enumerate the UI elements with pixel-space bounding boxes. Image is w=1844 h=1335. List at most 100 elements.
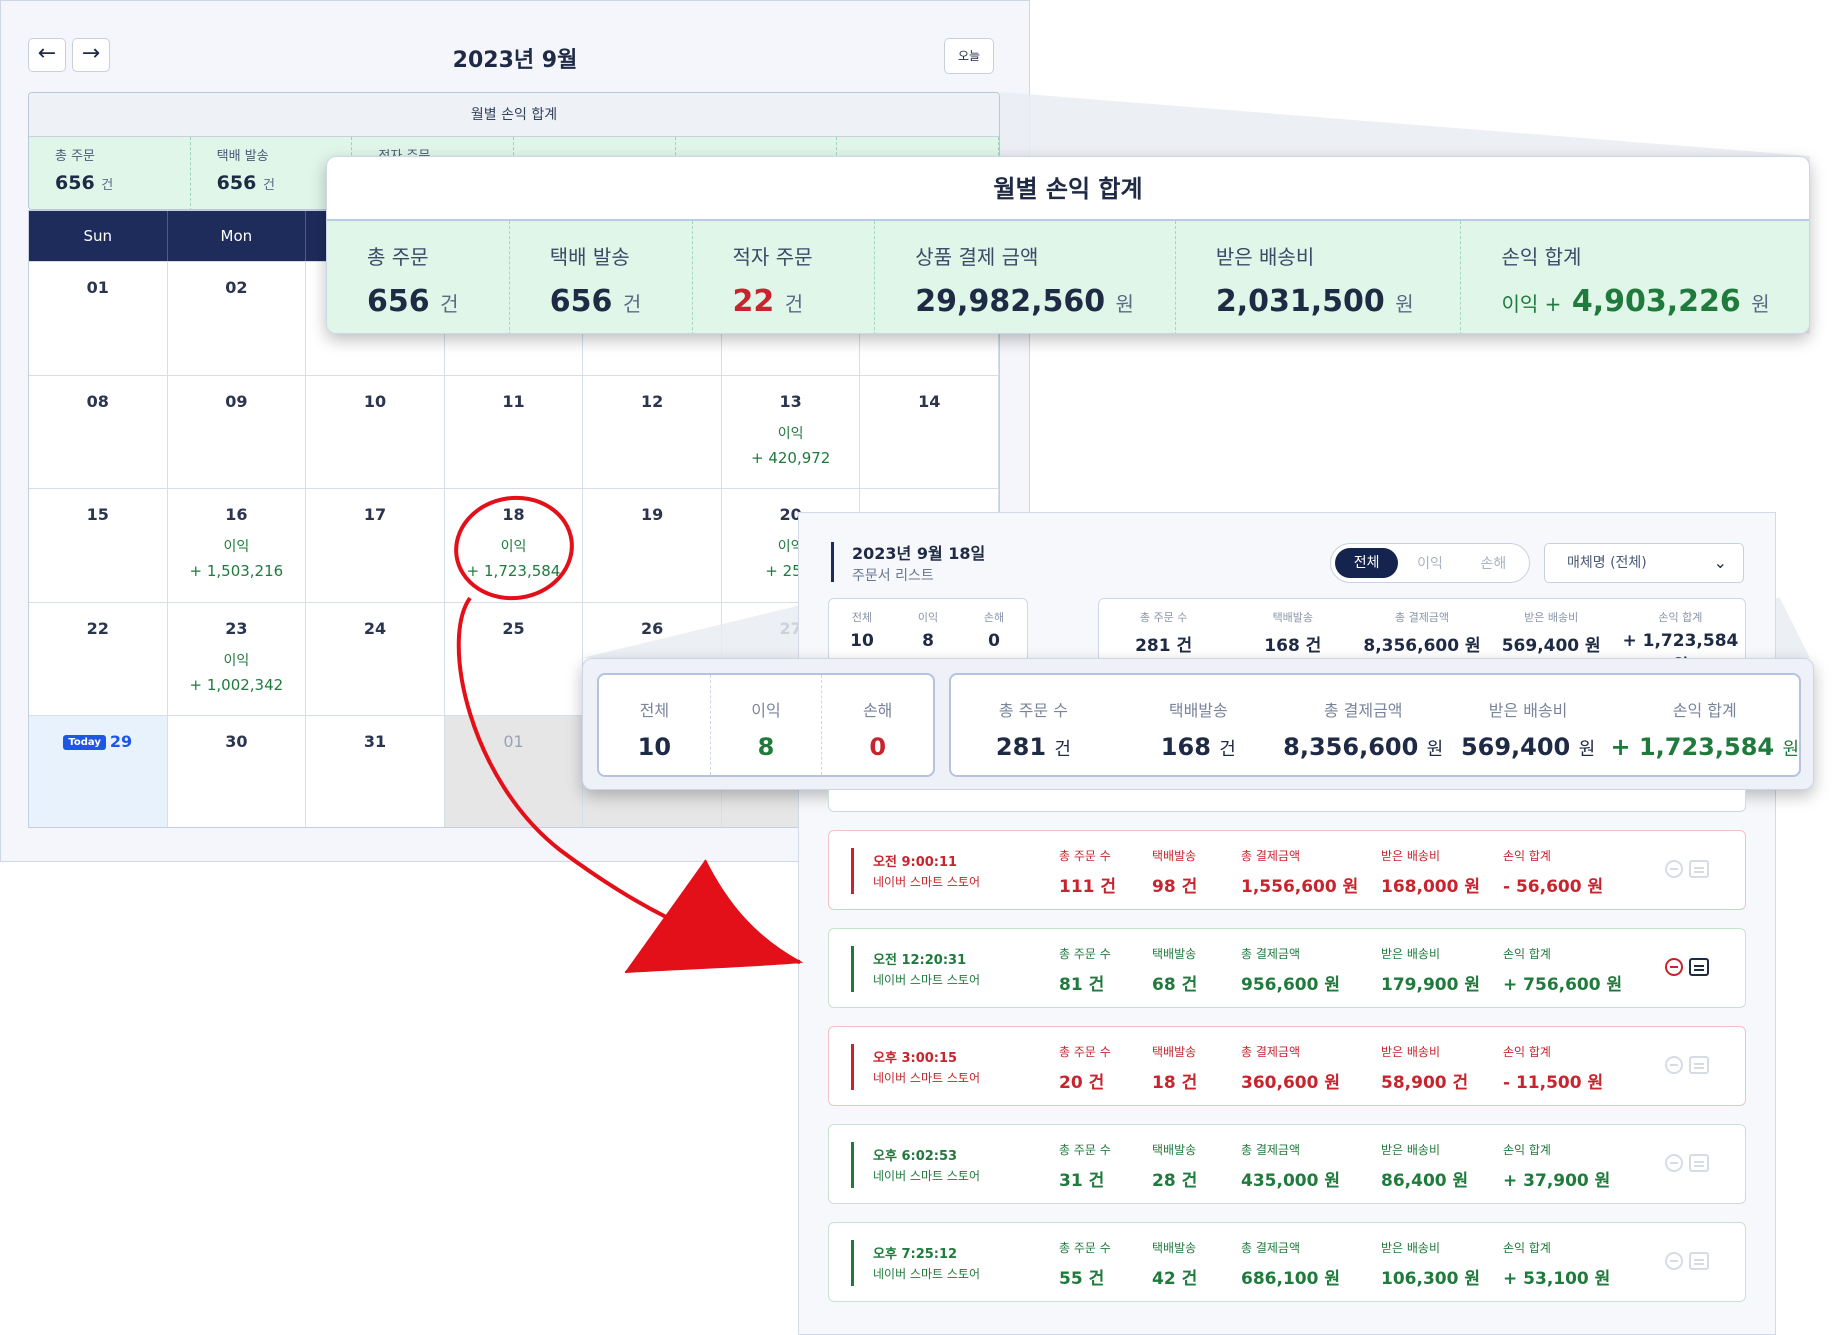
calendar-day-cell[interactable]: 01 [29, 262, 168, 375]
order-metric-value: - 11,500 원 [1503, 1073, 1604, 1093]
day-zoom-number: 0 [869, 733, 887, 761]
order-card[interactable]: 오후 7:25:12 네이버 스마트 스토어 총 주문 수 55 건 택배발송 42 건 총… [828, 1222, 1746, 1302]
summary-preview-unit: 건 [262, 178, 275, 193]
filter-tab-all[interactable]: 전체 [1335, 548, 1399, 578]
store-select[interactable]: 매체명 (전체) ⌄ [1544, 543, 1744, 583]
calendar-icon[interactable] [1689, 860, 1709, 878]
order-metric-value: 42 건 [1152, 1269, 1198, 1289]
monthly-zoom-unit: 건 [622, 292, 642, 316]
day-number-text: 11 [502, 391, 525, 411]
order-metric: 받은 배송비 58,900 건 [1381, 1043, 1468, 1093]
day-number: 24 [306, 619, 444, 638]
order-card[interactable]: 오후 3:00:15 네이버 스마트 스토어 총 주문 수 20 건 택배발송 18 건 총… [828, 1026, 1746, 1106]
day-number-text: 02 [225, 278, 248, 297]
monthly-zoom-cell: 택배 발송 656 건 [510, 221, 693, 333]
mini-value: 10 [850, 631, 874, 651]
day-number-text: 14 [918, 391, 941, 411]
calendar-day-cell[interactable]: 23 이익 + 1,002,342 [168, 602, 307, 716]
remove-icon[interactable] [1665, 1252, 1683, 1270]
order-metric: 받은 배송비 168,000 원 [1381, 847, 1480, 897]
day-profit-value: + 1,002,342 [189, 675, 284, 694]
order-metric-label: 총 결제금액 [1241, 1241, 1301, 1255]
monthly-zoom-number: 22 [732, 284, 775, 319]
order-metric-label: 손익 합계 [1503, 947, 1551, 961]
monthly-zoom-cell: 적자 주문 22 건 [693, 221, 876, 333]
calendar-day-cell[interactable]: 12 [583, 375, 722, 489]
monthly-zoom-label: 택배 발송 [549, 245, 630, 269]
order-actions [1665, 1056, 1709, 1074]
calendar-day-cell[interactable]: 17 [306, 489, 445, 602]
order-store: 네이버 스마트 스토어 [873, 1267, 980, 1281]
order-store: 네이버 스마트 스토어 [873, 875, 980, 889]
monthly-zoom-unit: 원 [1115, 292, 1134, 316]
calendar-day-cell[interactable]: 25 [445, 602, 584, 716]
day-number-text: 18 [502, 505, 525, 525]
order-metric-value: 435,000 원 [1241, 1171, 1340, 1191]
calendar-day-cell[interactable]: 30 [168, 716, 307, 827]
calendar-day-cell[interactable]: 08 [29, 375, 168, 489]
mini-value: 569,400 원 [1501, 636, 1601, 656]
summary-preview-cell: 총 주문 656 건 [29, 137, 191, 209]
day-profit-label: 이익 [777, 425, 804, 442]
calendar-icon[interactable] [1689, 1252, 1709, 1270]
monthly-zoom-label: 총 주문 [367, 245, 429, 269]
order-metric-value: 58,900 건 [1381, 1073, 1469, 1093]
calendar-title: 2023년 9월 [452, 48, 578, 73]
day-zoom-unit: 원 [1578, 739, 1596, 760]
remove-icon[interactable] [1665, 1056, 1683, 1074]
order-card[interactable]: 오후 6:02:53 네이버 스마트 스토어 총 주문 수 31 건 택배발송 28 건 총… [828, 1124, 1746, 1204]
day-zoom-count-box: 전체 10 이익 8 손해 0 [597, 673, 935, 777]
today-button[interactable]: 오늘 [944, 38, 994, 74]
remove-icon[interactable] [1665, 1154, 1683, 1172]
calendar-icon[interactable] [1689, 958, 1709, 976]
order-metric-label: 총 주문 수 [1059, 947, 1111, 961]
order-card[interactable]: 오전 9:00:11 네이버 스마트 스토어 총 주문 수 111 건 택배발송 98 건… [828, 830, 1746, 910]
order-card[interactable]: 오전 12:20:31 네이버 스마트 스토어 총 주문 수 81 건 택배발송 68 건… [828, 928, 1746, 1008]
order-metric-label: 총 주문 수 [1059, 1045, 1111, 1059]
calendar-day-cell[interactable]: 10 [306, 375, 445, 489]
remove-icon[interactable] [1665, 860, 1683, 878]
order-actions [1665, 1252, 1709, 1270]
partial-order-card [828, 790, 1746, 812]
day-number-text: 01 [503, 732, 524, 752]
calendar-icon[interactable] [1689, 1056, 1709, 1074]
order-metric: 총 주문 수 20 건 [1059, 1043, 1111, 1093]
calendar-icon[interactable] [1689, 1154, 1709, 1172]
filter-tab-loss[interactable]: 손해 [1462, 553, 1525, 573]
order-status-bar [851, 1142, 854, 1188]
mini-cell: 손해 0 [961, 599, 1027, 663]
day-number: 30 [168, 732, 306, 751]
calendar-day-cell[interactable]: 18 이익 + 1,723,584 [445, 489, 584, 602]
day-number: 14 [860, 392, 998, 411]
order-metric: 손익 합계 - 56,600 원 [1503, 847, 1603, 897]
calendar-day-cell[interactable]: 22 [29, 602, 168, 716]
calendar-day-cell[interactable]: 16 이익 + 1,503,216 [168, 489, 307, 602]
mini-cell: 전체 10 [829, 599, 895, 663]
day-zoom-number: 8 [757, 733, 775, 761]
order-metric-label: 받은 배송비 [1381, 1241, 1441, 1255]
calendar-day-cell[interactable]: 11 [445, 375, 584, 489]
calendar-day-cell[interactable]: 13 이익 + 420,972 [722, 375, 861, 489]
day-zoom-value: + 1,723,584 원 [1611, 733, 1800, 761]
calendar-day-cell[interactable]: 15 [29, 489, 168, 602]
order-metric: 총 결제금액 686,100 원 [1241, 1239, 1340, 1289]
calendar-day-cell[interactable]: 24 [306, 602, 445, 716]
calendar-day-cell[interactable]: 31 [306, 716, 445, 827]
calendar-day-cell[interactable]: 19 [583, 489, 722, 602]
mini-label: 택배발송 [1272, 611, 1314, 624]
filter-tab-profit[interactable]: 이익 [1398, 553, 1461, 573]
day-number: 25 [445, 619, 583, 638]
calendar-day-cell[interactable]: 14 [860, 375, 999, 489]
order-store: 네이버 스마트 스토어 [873, 1169, 980, 1183]
monthly-zoom-value: 2,031,500 원 [1216, 284, 1461, 319]
calendar-day-cell[interactable]: Today 29 [29, 716, 168, 827]
store-select-value: 매체명 (전체) [1567, 555, 1647, 571]
day-profit-value: + 1,503,216 [189, 562, 284, 581]
order-metric: 손익 합계 - 11,500 원 [1503, 1043, 1603, 1093]
calendar-day-cell[interactable]: 02 [168, 262, 307, 375]
calendar-day-cell[interactable]: 09 [168, 375, 307, 489]
order-store: 네이버 스마트 스토어 [873, 1071, 980, 1085]
remove-icon[interactable] [1665, 958, 1683, 976]
calendar-day-cell[interactable]: 01 [444, 716, 584, 827]
monthly-zoom-value: 656 건 [550, 284, 692, 319]
